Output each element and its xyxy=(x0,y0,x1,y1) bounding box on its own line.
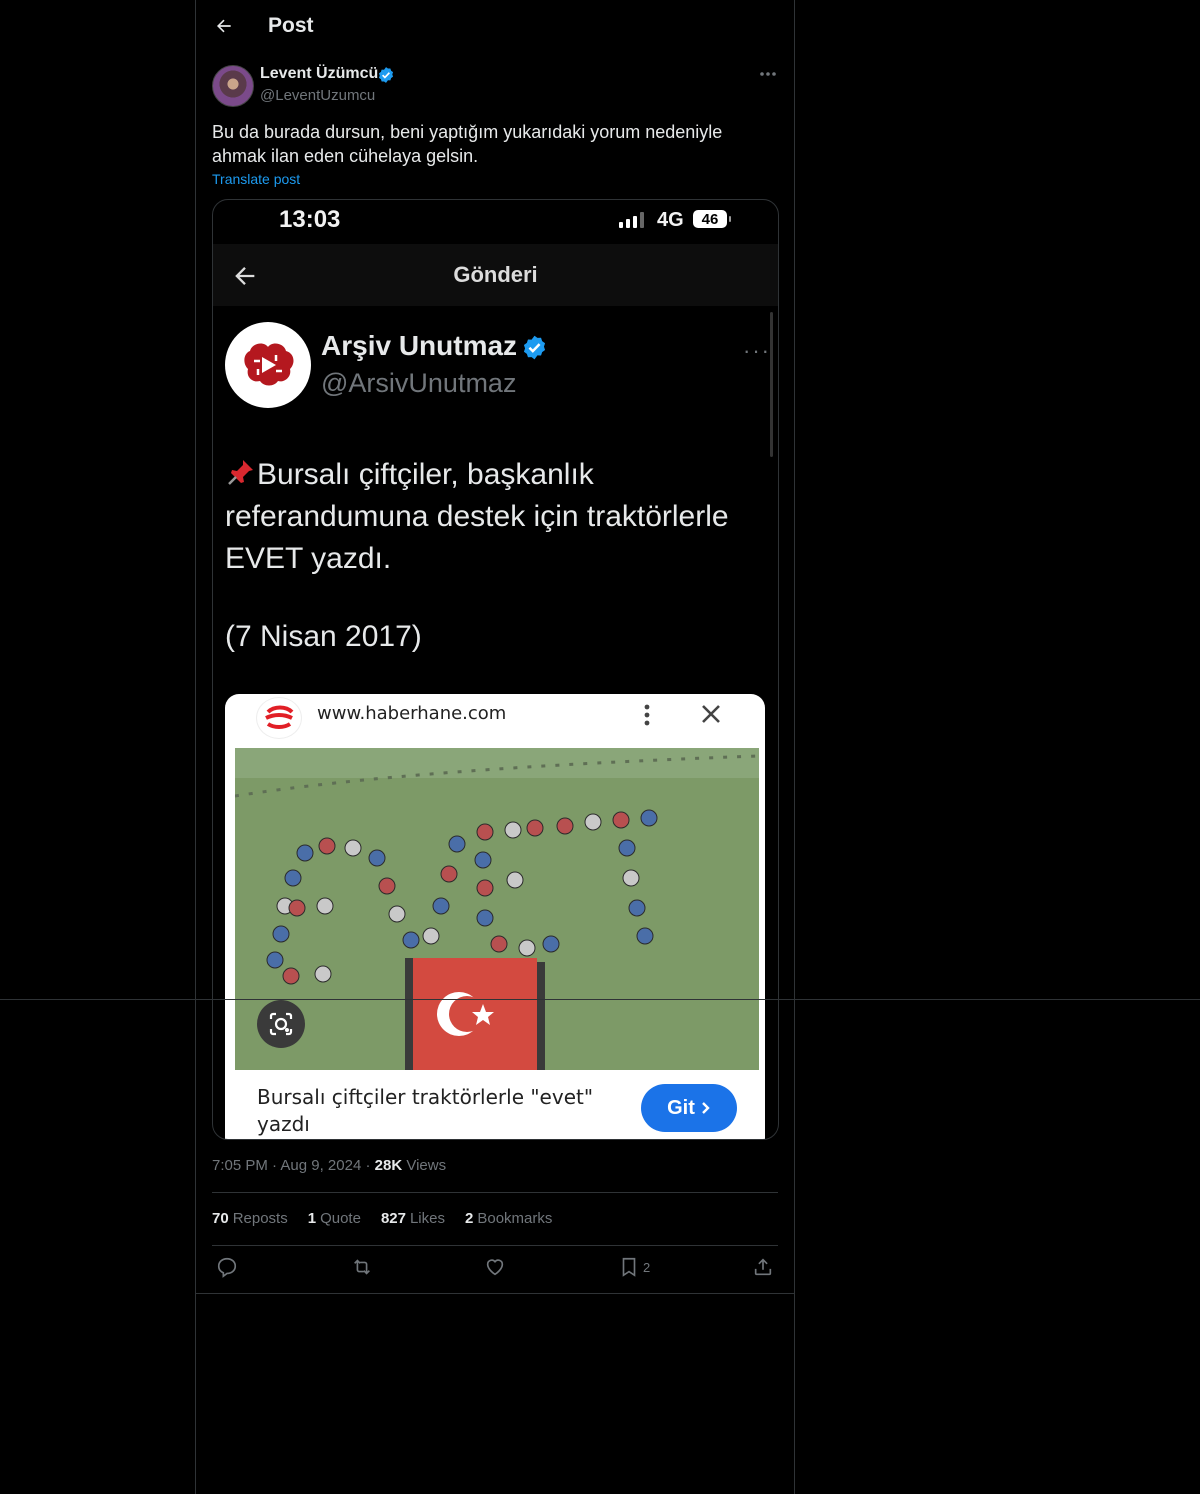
top-bar: Post xyxy=(196,0,794,54)
battery-icon: 46 xyxy=(693,210,727,228)
share-icon xyxy=(754,1258,772,1276)
bookmarks-label: Bookmarks xyxy=(477,1210,553,1227)
verified-badge-icon xyxy=(523,335,546,360)
reply-button[interactable] xyxy=(216,1256,238,1278)
app-title: Gönderi xyxy=(453,262,538,287)
back-button[interactable] xyxy=(210,12,238,40)
arrow-left-icon xyxy=(217,19,231,33)
link-card: www.haberhane.com Bursalı çiftçiler trak… xyxy=(225,694,765,1139)
views-label: Views xyxy=(406,1157,447,1174)
quotes-count: 1 xyxy=(307,1210,317,1227)
right-column-border xyxy=(794,0,795,1494)
more-icon: ··· xyxy=(743,338,771,363)
repost-button[interactable] xyxy=(350,1256,374,1278)
post-time[interactable]: 7:05 PM xyxy=(212,1157,268,1174)
repost-icon xyxy=(354,1259,370,1275)
post-date[interactable]: Aug 9, 2024 xyxy=(280,1157,361,1174)
git-button: Git xyxy=(641,1084,737,1132)
site-logo-icon xyxy=(257,698,301,738)
inner-post-text: Bursalı çiftçiler, başkanlık referandumu… xyxy=(225,454,765,580)
inner-post-text-body: Bursalı çiftçiler, başkanlık referandumu… xyxy=(225,458,729,575)
viewport-guide-line xyxy=(0,999,1200,1000)
card-url: www.haberhane.com xyxy=(317,703,507,724)
more-options-button[interactable] xyxy=(758,64,778,84)
status-time: 13:03 xyxy=(279,206,341,233)
app-header: Gönderi xyxy=(213,244,778,306)
tractor-field-photo xyxy=(235,748,759,1070)
bookmark-icon xyxy=(622,1257,636,1277)
inner-avatar xyxy=(225,322,311,408)
git-button-label: Git xyxy=(667,1096,695,1119)
author-avatar[interactable] xyxy=(212,65,254,107)
pushpin-icon xyxy=(228,460,253,485)
page-title: Post xyxy=(268,14,314,37)
like-button[interactable] xyxy=(484,1256,506,1278)
verified-badge-icon xyxy=(378,67,394,83)
reposts-count: 70 xyxy=(212,1210,229,1227)
post-stats: 70 Reposts 1 Quote 827 Likes 2 Bookmarks xyxy=(212,1210,552,1227)
inner-author-name: Arşiv Unutmaz xyxy=(321,330,518,361)
bookmarks-stat[interactable]: 2 Bookmarks xyxy=(465,1210,552,1227)
action-bar: 2 xyxy=(212,1256,778,1284)
network-label: 4G xyxy=(657,209,684,231)
likes-label: Likes xyxy=(409,1210,445,1227)
more-icon xyxy=(760,72,776,76)
share-button[interactable] xyxy=(752,1256,774,1278)
lens-icon xyxy=(257,1000,305,1048)
heart-icon xyxy=(486,1259,504,1276)
author-handle[interactable]: @LeventUzumcu xyxy=(260,87,375,104)
bookmark-count: 2 xyxy=(643,1259,651,1275)
post-meta: 7:05 PM · Aug 9, 2024 · 28K Views xyxy=(212,1157,446,1174)
bookmarks-count: 2 xyxy=(465,1210,474,1227)
likes-stat[interactable]: 827 Likes xyxy=(381,1210,445,1227)
battery-tip xyxy=(729,216,731,222)
divider xyxy=(212,1245,778,1246)
brain-logo-icon xyxy=(244,343,294,386)
separator: · xyxy=(365,1157,375,1174)
inner-author-handle: @ArsivUnutmaz xyxy=(321,368,517,398)
post-text: Bu da burada dursun, beni yaptığım yukar… xyxy=(212,122,723,166)
views-count: 28K xyxy=(374,1157,403,1174)
scrollbar xyxy=(770,312,773,457)
reposts-label: Reposts xyxy=(232,1210,288,1227)
chevron-right-icon xyxy=(702,1102,710,1114)
signal-icon xyxy=(619,212,644,228)
author-name[interactable]: Levent Üzümcü xyxy=(260,65,378,83)
divider xyxy=(196,1293,794,1294)
left-column-border xyxy=(195,0,196,1494)
inner-post-date: (7 Nisan 2017) xyxy=(225,620,422,653)
close-icon xyxy=(702,705,720,723)
divider xyxy=(212,1192,778,1193)
bookmark-button[interactable]: 2 xyxy=(619,1256,650,1278)
reposts-stat[interactable]: 70 Reposts xyxy=(212,1210,288,1227)
translate-post-link[interactable]: Translate post xyxy=(212,171,300,187)
quotes-label: Quote xyxy=(320,1210,361,1227)
card-caption: Bursalı çiftçiler traktörlerle "evet" ya… xyxy=(257,1085,594,1136)
kebab-menu-icon xyxy=(644,704,650,726)
reply-icon xyxy=(217,1257,237,1278)
quotes-stat[interactable]: 1 Quote xyxy=(308,1210,361,1227)
likes-count: 827 xyxy=(380,1210,406,1227)
